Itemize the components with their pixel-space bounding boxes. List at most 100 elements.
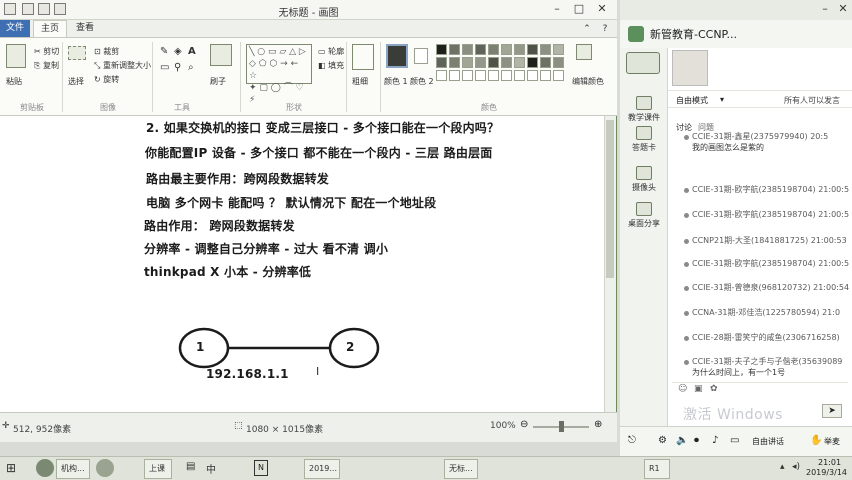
clock-time[interactable]: 21:01 [818, 458, 841, 467]
color-swatch[interactable] [488, 57, 499, 68]
brush-icon[interactable] [210, 44, 232, 66]
shapes-gallery[interactable]: ╲ ○ ▭ ▱ △ ▷ ◇ ⬠ ⬡ → ← ☆ ✦ ▢ ◯ ⌒ ♡ ⚡ [246, 44, 312, 105]
brush-button[interactable]: 刷子 [210, 76, 226, 87]
ime-indicator[interactable]: 中 [206, 461, 216, 476]
zoom-slider-thumb[interactable] [559, 421, 564, 432]
maximize-icon[interactable]: □ [570, 2, 588, 16]
rotate-button[interactable]: ↻ 旋转 [94, 74, 119, 85]
edit-colors-button[interactable]: 编辑颜色 [572, 76, 604, 87]
browser-icon[interactable] [96, 459, 114, 477]
volume-tray-icon[interactable]: ◂) [792, 462, 800, 472]
color-swatch[interactable] [553, 70, 564, 81]
emoji-icon[interactable]: ☺ [678, 384, 687, 394]
color-swatch[interactable] [501, 70, 512, 81]
color-swatch[interactable] [527, 57, 538, 68]
color-swatch[interactable] [462, 44, 473, 55]
tab-view[interactable]: 查看 [68, 20, 102, 37]
camera-toggle-icon[interactable]: ▭ [730, 435, 739, 446]
vertical-scroll-thumb[interactable] [606, 120, 614, 278]
color1-button[interactable]: 颜色 1 [384, 76, 408, 87]
mode-select[interactable]: 自由模式 [676, 95, 708, 106]
color-swatch[interactable] [462, 70, 473, 81]
network-icon[interactable]: ▴ [780, 462, 785, 472]
nav-answer-card[interactable]: 答题卡 [620, 126, 668, 153]
select-icon[interactable] [68, 46, 86, 60]
cut-button[interactable]: ✂ 剪切 [34, 46, 59, 57]
tab-discussion[interactable]: 讨论 [676, 122, 692, 133]
fill-button[interactable]: ◧ 填充 [318, 60, 344, 71]
color2-swatch[interactable] [414, 48, 428, 64]
tab-home[interactable]: 主页 [33, 20, 67, 37]
color-swatch[interactable] [540, 57, 551, 68]
color-swatch[interactable] [514, 44, 525, 55]
taskbar-item[interactable]: 无标... [444, 459, 478, 479]
color-swatch[interactable] [475, 57, 486, 68]
copy-button[interactable]: ⎘ 复制 [34, 60, 59, 71]
color-swatch[interactable] [488, 44, 499, 55]
color-swatch[interactable] [449, 70, 460, 81]
taskbar-item[interactable]: R1 [644, 459, 670, 479]
clock-date[interactable]: 2019/3/14 [806, 468, 847, 477]
color-swatch[interactable] [540, 70, 551, 81]
onenote-icon[interactable]: N [254, 460, 268, 476]
nav-camera[interactable]: 摄像头 [620, 166, 668, 193]
thickness-icon[interactable] [352, 44, 374, 70]
chevron-down-icon[interactable]: ▾ [720, 95, 724, 104]
chat-minimize-icon[interactable]: – [816, 2, 834, 16]
color-swatch[interactable] [527, 70, 538, 81]
color-swatch[interactable] [475, 44, 486, 55]
raise-hand-icon[interactable]: ✋ [810, 435, 822, 446]
teacher-video-thumbnail[interactable] [672, 50, 708, 86]
exit-icon[interactable]: ⎋ [628, 435, 636, 446]
color-swatch[interactable] [436, 44, 447, 55]
color-swatch[interactable] [501, 57, 512, 68]
color-swatch[interactable] [436, 57, 447, 68]
help-icon[interactable]: ? [596, 22, 614, 36]
resize-button[interactable]: ⤡ 重新调整大小 [94, 60, 151, 71]
pencil-icon[interactable]: ✎ [160, 46, 168, 57]
speaker-icon[interactable]: 🔈 [676, 435, 688, 446]
app-logo-icon[interactable] [36, 459, 54, 477]
crop-button[interactable]: ⊡ 裁剪 [94, 46, 119, 57]
speak-scope[interactable]: 所有人可以发言 [784, 95, 840, 106]
fill-bucket-icon[interactable]: ◈ [174, 46, 182, 57]
color-swatch[interactable] [475, 70, 486, 81]
chat-close-icon[interactable]: ✕ [834, 2, 852, 16]
color-swatch[interactable] [514, 70, 525, 81]
taskbar-item[interactable]: 机构... [56, 459, 90, 479]
microphone-icon[interactable]: ⏺ [694, 435, 699, 446]
eraser-icon[interactable]: ▭ [160, 62, 169, 73]
color-swatch[interactable] [527, 44, 538, 55]
color-swatch[interactable] [514, 57, 525, 68]
select-button[interactable]: 选择 [68, 76, 84, 87]
color-swatch[interactable] [553, 57, 564, 68]
paste-icon[interactable] [6, 44, 26, 68]
collapse-ribbon-icon[interactable]: ⌃ [578, 22, 596, 36]
color-swatch[interactable] [501, 44, 512, 55]
zoom-out-icon[interactable]: ⊖ [520, 419, 528, 430]
zoom-in-icon[interactable]: ⊕ [594, 419, 602, 430]
taskbar-item[interactable]: 2019... [304, 459, 340, 479]
color-swatch[interactable] [553, 44, 564, 55]
color-picker-icon[interactable]: ⚲ [174, 62, 181, 73]
color-swatch[interactable] [462, 57, 473, 68]
close-icon[interactable]: ✕ [593, 2, 611, 16]
outline-button[interactable]: ▭ 轮廓 [318, 46, 344, 57]
color2-button[interactable]: 颜色 2 [410, 76, 434, 87]
thickness-button[interactable]: 粗细 [352, 76, 368, 87]
taskbar-item[interactable]: 上课 [144, 459, 172, 479]
settings-icon[interactable]: ⚙ [658, 435, 667, 446]
flower-icon[interactable]: ✿ [710, 384, 718, 394]
image-icon[interactable]: ▣ [694, 384, 703, 394]
color-swatch[interactable] [540, 44, 551, 55]
minimize-icon[interactable]: – [548, 2, 566, 16]
raise-hand-button[interactable]: 举麦 [824, 436, 840, 447]
color-swatch[interactable] [436, 70, 447, 81]
color-swatch[interactable] [449, 44, 460, 55]
magnifier-icon[interactable]: ⌕ [188, 62, 194, 73]
nav-courseware[interactable]: 教学课件 [620, 96, 668, 123]
color1-swatch[interactable] [386, 44, 408, 68]
drawing-canvas[interactable]: 2. 如果交换机的接口 变成三层接口 - 多个接口能在一个段内吗？ 你能配置IP… [0, 116, 604, 412]
volume-icon[interactable]: ♪ [712, 435, 718, 446]
color-swatch[interactable] [488, 70, 499, 81]
